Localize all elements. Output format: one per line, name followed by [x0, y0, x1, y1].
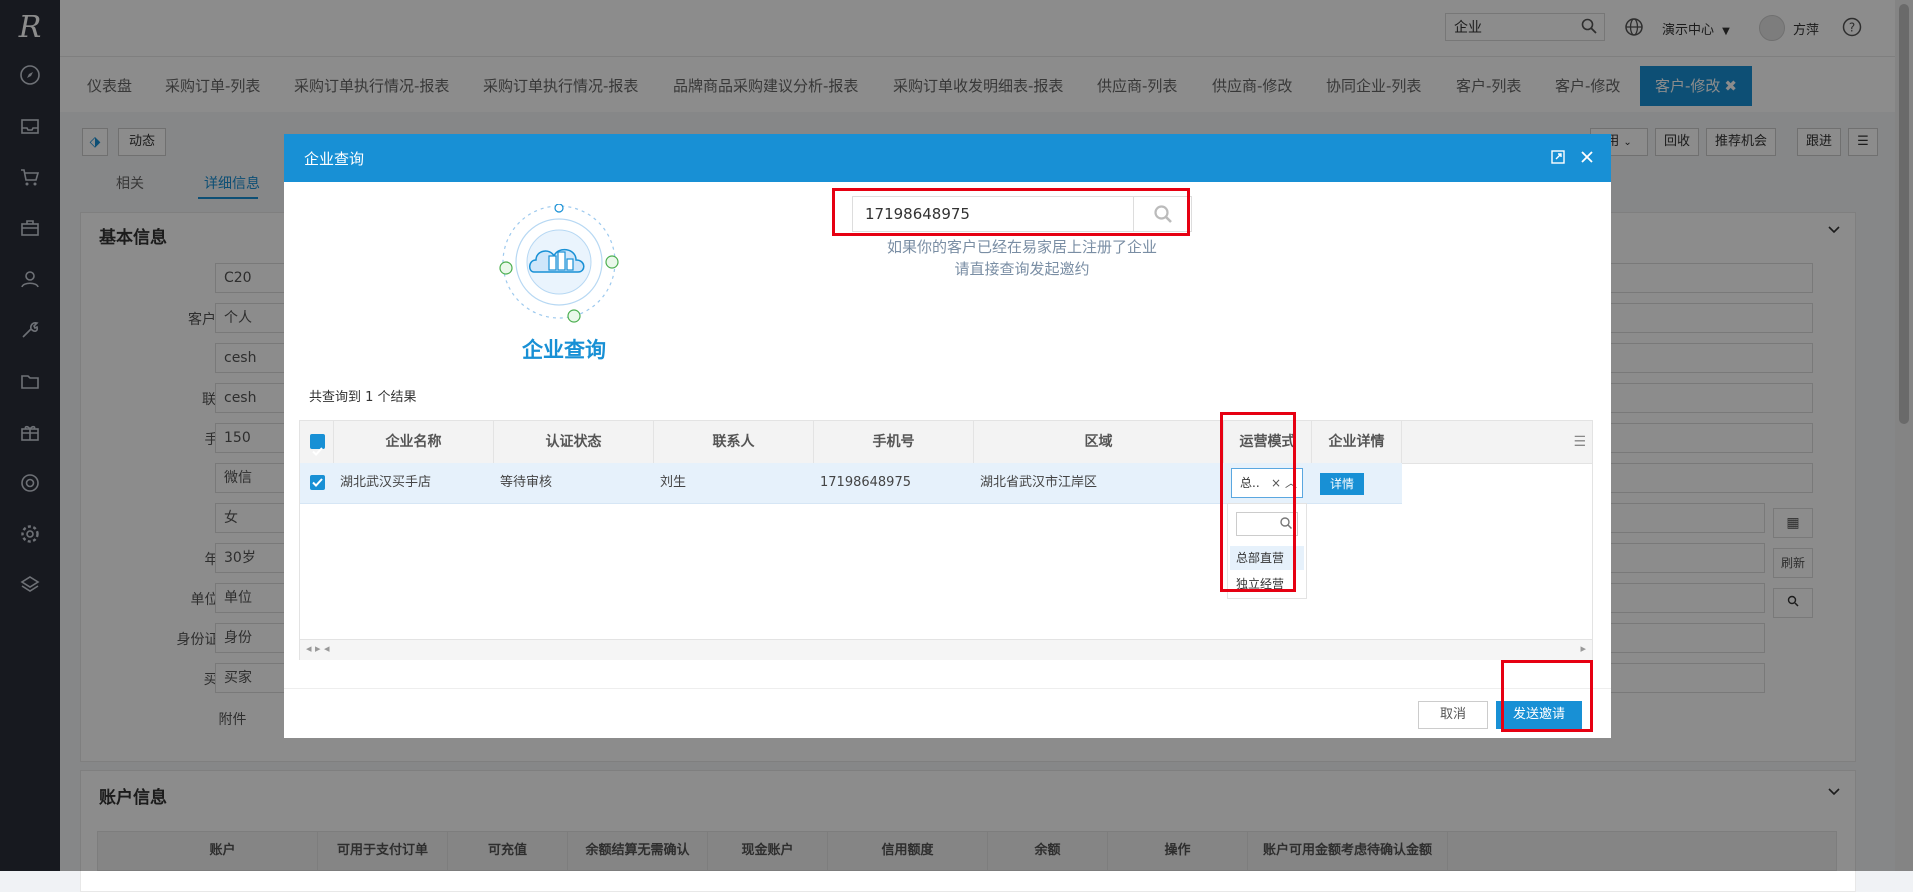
- detail-button[interactable]: 详情: [1320, 473, 1364, 495]
- maximize-icon[interactable]: [1550, 149, 1566, 169]
- col-region: 区域: [974, 421, 1224, 463]
- cell-region: 湖北省武汉市江岸区: [980, 475, 1098, 490]
- enterprise-query-dialog: 企业查询 企业查询 如: [284, 134, 1611, 738]
- result-table: 企业名称 认证状态 联系人 手机号 区域 运营模式 企业详情 ☰ 湖北武汉买手店…: [299, 420, 1593, 660]
- cloud-building-icon: [494, 203, 624, 328]
- highlight-search-box: [832, 188, 1190, 236]
- row-checkbox[interactable]: [310, 475, 325, 490]
- col-phone: 手机号: [814, 421, 974, 463]
- hint-line-1: 如果你的客户已经在易家居上注册了企业: [886, 238, 1157, 256]
- table-horizontal-scrollbar[interactable]: ◂ ▸ ◂ ▸: [300, 639, 1592, 660]
- col-enterprise-detail: 企业详情: [1312, 421, 1402, 463]
- column-menu-icon[interactable]: ☰: [1573, 434, 1586, 450]
- col-auth-status: 认证状态: [494, 421, 654, 463]
- cell-auth-status: 等待审核: [500, 475, 553, 490]
- dialog-title: 企业查询: [304, 150, 365, 168]
- col-enterprise-name: 企业名称: [334, 421, 494, 463]
- highlight-operation-mode: [1220, 412, 1296, 592]
- result-table-header: 企业名称 认证状态 联系人 手机号 区域 运营模式 企业详情 ☰: [300, 421, 1592, 464]
- result-count: 共查询到 1 个结果: [309, 390, 417, 405]
- dialog-footer-divider: [284, 688, 1611, 689]
- hint-line-2: 请直接查询发起邀约: [954, 260, 1090, 278]
- highlight-send-button: [1501, 660, 1593, 732]
- hero-title: 企业查询: [522, 338, 606, 362]
- select-all-checkbox[interactable]: [310, 434, 325, 456]
- dialog-header: 企业查询: [284, 134, 1611, 182]
- cancel-button[interactable]: 取消: [1418, 701, 1488, 729]
- cell-enterprise-name: 湖北武汉买手店: [340, 475, 432, 490]
- close-icon[interactable]: [1579, 149, 1595, 169]
- cell-contact: 刘生: [660, 475, 687, 490]
- scroll-left-icon[interactable]: ◂ ▸ ◂: [306, 642, 330, 655]
- cell-phone: 17198648975: [820, 475, 911, 490]
- scroll-right-icon[interactable]: ▸: [1580, 642, 1586, 655]
- col-contact: 联系人: [654, 421, 814, 463]
- select-all-cell: [300, 421, 334, 463]
